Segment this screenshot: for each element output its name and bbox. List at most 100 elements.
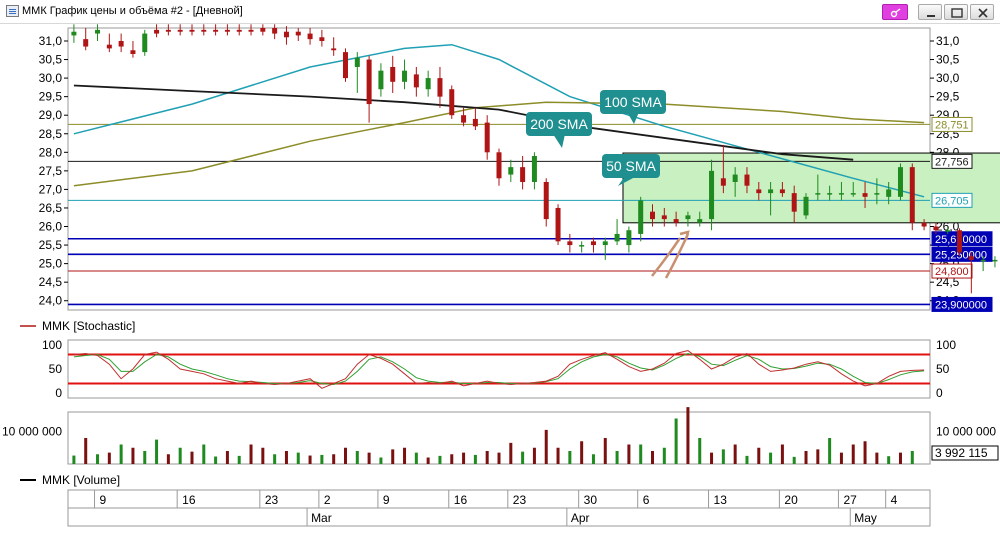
candle-body[interactable] (709, 170, 715, 220)
candle-body[interactable] (236, 29, 242, 32)
candle-body[interactable] (319, 37, 325, 41)
volume-bar[interactable] (261, 447, 265, 464)
volume-bar[interactable] (202, 444, 206, 465)
volume-bar[interactable] (603, 438, 607, 464)
volume-bar[interactable] (284, 451, 288, 464)
volume-bar[interactable] (887, 456, 891, 464)
volume-bar[interactable] (155, 439, 159, 464)
minimize-button[interactable] (918, 4, 942, 20)
candle-body[interactable] (874, 193, 880, 195)
volume-bar[interactable] (166, 454, 170, 464)
volume-bar[interactable] (863, 441, 867, 464)
volume-panel[interactable]: MMK [Volume] 10 000 000 10 000 000 3 992 1… (2, 407, 999, 487)
candle-body[interactable] (142, 33, 148, 53)
candle-body[interactable] (366, 59, 372, 105)
candle-body[interactable] (638, 200, 644, 234)
volume-bar[interactable] (237, 455, 241, 464)
volume-bar[interactable] (568, 451, 572, 464)
volume-bar[interactable] (119, 444, 123, 465)
volume-bar[interactable] (403, 447, 407, 464)
volume-bar[interactable] (414, 452, 418, 464)
volume-bar[interactable] (710, 452, 714, 464)
candle-body[interactable] (897, 167, 903, 197)
volume-bar[interactable] (627, 444, 631, 465)
volume-bar[interactable] (521, 451, 525, 464)
window-titlebar[interactable]: ММК График цены и объёма #2 - [Дневной] (0, 0, 1000, 24)
candle-body[interactable] (744, 174, 750, 186)
volume-bar[interactable] (426, 457, 430, 465)
candle-body[interactable] (720, 178, 726, 186)
volume-bar[interactable] (462, 452, 466, 464)
candle-body[interactable] (165, 29, 171, 32)
volume-bar[interactable] (143, 451, 147, 464)
candle-body[interactable] (154, 29, 160, 34)
candle-body[interactable] (827, 193, 833, 195)
candle-body[interactable] (626, 230, 632, 246)
candle-body[interactable] (791, 193, 797, 212)
candle-body[interactable] (402, 70, 408, 82)
candle-body[interactable] (886, 189, 892, 197)
stochastic-panel[interactable]: MMK [Stochastic] 100 100 50 50 0 0 (20, 319, 956, 400)
candle-body[interactable] (83, 39, 89, 47)
candle-body[interactable] (567, 241, 573, 246)
candle-body[interactable] (106, 44, 112, 49)
volume-bar[interactable] (698, 438, 702, 464)
candle-body[interactable] (555, 207, 561, 242)
candle-body[interactable] (449, 89, 455, 116)
volume-bar[interactable] (485, 451, 489, 464)
candle-body[interactable] (130, 50, 136, 54)
candle-body[interactable] (933, 226, 939, 231)
volume-bar[interactable] (450, 454, 454, 464)
candle-body[interactable] (590, 241, 596, 246)
candle-body[interactable] (909, 167, 915, 223)
candle-body[interactable] (779, 189, 785, 194)
volume-bar[interactable] (745, 455, 749, 464)
candle-body[interactable] (425, 78, 431, 90)
candle-body[interactable] (838, 193, 844, 195)
close-button[interactable] (970, 4, 994, 20)
candle-body[interactable] (661, 215, 667, 220)
candle-body[interactable] (201, 29, 207, 32)
candle-body[interactable] (673, 219, 679, 223)
pin-window-button[interactable] (882, 4, 908, 20)
candle-body[interactable] (248, 29, 254, 32)
volume-bar[interactable] (674, 418, 678, 465)
volume-bar[interactable] (839, 452, 843, 464)
volume-bar[interactable] (178, 447, 182, 464)
volume-bar[interactable] (214, 456, 218, 464)
volume-bar[interactable] (792, 456, 796, 464)
candle-body[interactable] (118, 40, 124, 47)
candle-body[interactable] (295, 31, 301, 36)
candle-body[interactable] (945, 230, 951, 232)
candle-body[interactable] (95, 29, 101, 34)
volume-bar[interactable] (757, 447, 761, 464)
candle-body[interactable] (283, 31, 289, 38)
volume-bar[interactable] (308, 455, 312, 464)
volume-bar[interactable] (84, 438, 88, 464)
volume-bar[interactable] (721, 449, 725, 464)
candle-body[interactable] (260, 28, 266, 32)
volume-bar[interactable] (686, 407, 690, 464)
volume-bar[interactable] (851, 444, 855, 465)
candle-body[interactable] (342, 52, 348, 79)
volume-bar[interactable] (580, 441, 584, 464)
candle-body[interactable] (484, 122, 490, 153)
volume-bar[interactable] (532, 447, 536, 464)
candle-body[interactable] (803, 196, 809, 216)
volume-bar[interactable] (355, 451, 359, 464)
candle-body[interactable] (272, 28, 278, 34)
candle-body[interactable] (71, 31, 77, 36)
volume-bar[interactable] (804, 451, 808, 464)
volume-bar[interactable] (780, 444, 784, 465)
volume-bar[interactable] (273, 454, 277, 464)
volume-bar[interactable] (367, 452, 371, 464)
volume-bar[interactable] (438, 455, 442, 464)
candle-body[interactable] (992, 259, 998, 262)
candle-body[interactable] (437, 78, 443, 97)
candle-body[interactable] (768, 189, 774, 194)
candle-body[interactable] (496, 152, 502, 179)
volume-bar[interactable] (733, 444, 737, 465)
candle-body[interactable] (508, 167, 514, 175)
volume-bar[interactable] (544, 429, 548, 464)
candle-body[interactable] (472, 118, 478, 127)
